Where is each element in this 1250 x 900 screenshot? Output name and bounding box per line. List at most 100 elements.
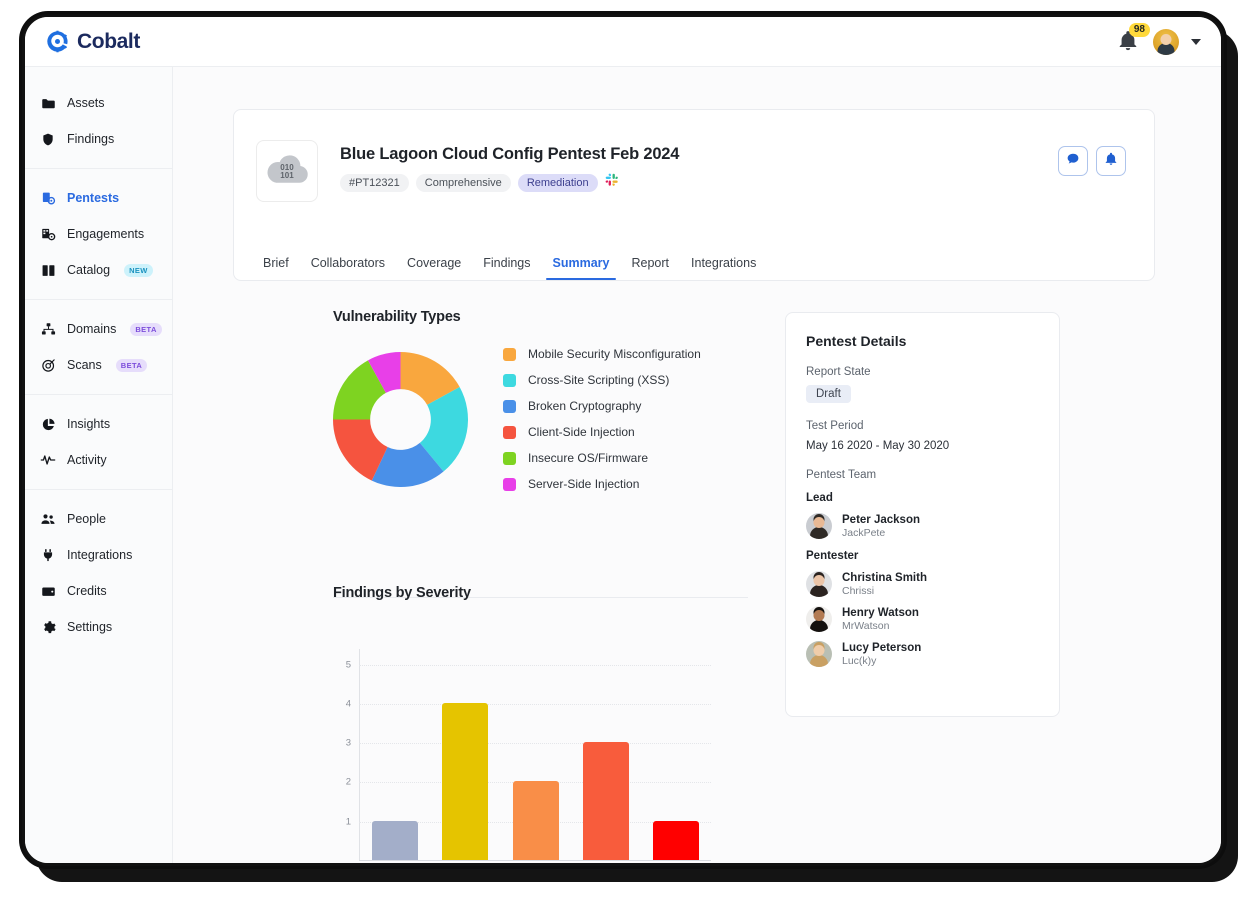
- notifications-button[interactable]: [1096, 146, 1126, 176]
- target-icon: [40, 357, 56, 373]
- sidebar-item-label: Insights: [67, 417, 111, 431]
- notification-count-badge: 98: [1128, 22, 1150, 37]
- sidebar-item-label: Findings: [67, 132, 115, 146]
- team-member[interactable]: Lucy Peterson Luc(k)y: [806, 641, 1039, 667]
- slack-icon[interactable]: [605, 173, 619, 192]
- pulse-icon: [40, 452, 56, 468]
- sidebar-item-label: Scans: [67, 358, 102, 372]
- svg-text:010: 010: [280, 162, 294, 171]
- legend-label: Insecure OS/Firmware: [528, 451, 649, 465]
- tab-brief[interactable]: Brief: [252, 256, 300, 280]
- y-tick-label: 4: [345, 698, 351, 710]
- wallet-icon: [40, 583, 56, 599]
- sidebar-item-label: Settings: [67, 620, 113, 634]
- team-member-name: Christina Smith: [842, 571, 927, 584]
- sidebar-group: Pentests Engagements Catalog NEW: [25, 174, 172, 294]
- tab-summary[interactable]: Summary: [542, 256, 621, 280]
- cobalt-logo-icon: [45, 29, 70, 54]
- legend-label: Client-Side Injection: [528, 425, 635, 439]
- legend-swatch: [503, 347, 516, 361]
- pentest-tabs: Brief Collaborators Coverage Findings Summar…: [234, 242, 1154, 280]
- sidebar-item-assets[interactable]: Assets: [25, 85, 172, 121]
- team-member[interactable]: Peter Jackson JackPete: [806, 513, 1039, 539]
- bar[interactable]: [442, 702, 489, 860]
- y-tick-label: 2: [345, 776, 351, 788]
- tab-collaborators[interactable]: Collaborators: [300, 256, 396, 280]
- legend-item: Insecure OS/Firmware: [503, 451, 701, 465]
- team-member[interactable]: Christina Smith Chrissi: [806, 571, 1039, 597]
- notifications-bell[interactable]: 98: [1117, 22, 1150, 56]
- pentester-role-label: Pentester: [806, 550, 859, 562]
- sidebar-item-findings[interactable]: Findings: [25, 121, 172, 157]
- x-tick-label: High: [571, 865, 641, 866]
- sidebar-item-settings[interactable]: Settings: [25, 609, 172, 645]
- bar[interactable]: [372, 820, 419, 860]
- report-state-label: Report State: [806, 366, 871, 378]
- bar-series: [360, 649, 711, 860]
- bar[interactable]: [512, 781, 559, 860]
- sidebar-item-people[interactable]: People: [25, 501, 172, 537]
- avatar: [806, 606, 832, 632]
- lead-role-label: Lead: [806, 492, 833, 504]
- sidebar-item-label: Credits: [67, 584, 107, 598]
- team-member[interactable]: Henry Watson MrWatson: [806, 606, 1039, 632]
- sidebar-item-scans[interactable]: Scans BETA: [25, 347, 172, 383]
- bar[interactable]: [582, 742, 629, 860]
- bar[interactable]: [652, 820, 699, 860]
- plug-icon: [40, 547, 56, 563]
- findings-by-severity-title: Findings by Severity: [333, 585, 471, 601]
- legend-item: Cross-Site Scripting (XSS): [503, 373, 701, 387]
- sidebar-item-insights[interactable]: Insights: [25, 406, 172, 442]
- sidebar-item-integrations[interactable]: Integrations: [25, 537, 172, 573]
- status-badge: #PT12321: [340, 173, 409, 192]
- sidebar-item-catalog[interactable]: Catalog NEW: [25, 252, 172, 288]
- tab-report[interactable]: Report: [620, 256, 680, 280]
- team-member-name: Peter Jackson: [842, 513, 920, 526]
- sidebar-item-engagements[interactable]: Engagements: [25, 216, 172, 252]
- binary-cloud-icon: 010 101: [264, 152, 310, 191]
- messages-button[interactable]: [1058, 146, 1088, 176]
- sidebar-divider: [25, 299, 172, 300]
- legend-label: Server-Side Injection: [528, 477, 640, 491]
- pentest-header-card: 010 101 Blue Lagoon Cloud Config Pentest…: [233, 109, 1155, 281]
- tab-coverage[interactable]: Coverage: [396, 256, 472, 280]
- legend-item: Mobile Security Misconfiguration: [503, 347, 701, 361]
- sidebar-item-credits[interactable]: Credits: [25, 573, 172, 609]
- legend-swatch: [503, 477, 516, 491]
- sidebar-item-label: Activity: [67, 453, 107, 467]
- bell-icon: [1104, 152, 1118, 171]
- team-member-handle: Chrissi: [842, 584, 875, 597]
- avatar: [806, 513, 832, 539]
- sidebar-group: Assets Findings: [25, 79, 172, 163]
- x-axis-labels: Infor.LowMediumHighCritical: [360, 865, 711, 866]
- details-title: Pentest Details: [806, 333, 907, 349]
- legend-label: Mobile Security Misconfiguration: [528, 347, 701, 361]
- x-tick-label: Infor.: [360, 865, 430, 866]
- legend-swatch: [503, 399, 516, 413]
- shield-icon: [40, 131, 56, 147]
- sidebar-item-label: People: [67, 512, 106, 526]
- browser-window: Cobalt 98 Assets Findings Pentests Engageme…: [22, 14, 1224, 866]
- legend-label: Broken Cryptography: [528, 399, 642, 413]
- team-member-name: Lucy Peterson: [842, 641, 922, 654]
- bar-column: [360, 820, 430, 860]
- sitemap-icon: [40, 321, 56, 337]
- tab-integrations[interactable]: Integrations: [680, 256, 767, 280]
- bell-icon: [1117, 30, 1139, 56]
- sidebar-item-pentests[interactable]: Pentests: [25, 180, 172, 216]
- user-avatar[interactable]: [1153, 28, 1179, 55]
- tab-findings[interactable]: Findings: [472, 256, 541, 280]
- vulnerability-types-title: Vulnerability Types: [333, 309, 461, 325]
- chevron-down-icon[interactable]: [1191, 38, 1201, 45]
- brand-logo[interactable]: Cobalt: [45, 29, 140, 54]
- vulnerability-donut-chart: [333, 351, 468, 487]
- sidebar-item-activity[interactable]: Activity: [25, 442, 172, 478]
- team-member-name: Henry Watson: [842, 606, 919, 619]
- sidebar-group: People Integrations Credits Settings: [25, 495, 172, 651]
- x-tick-label: Medium: [500, 865, 570, 866]
- sidebar-badge: BETA: [130, 322, 162, 336]
- svg-text:101: 101: [280, 171, 294, 180]
- avatar: [806, 641, 832, 667]
- sidebar-badge: BETA: [115, 358, 148, 372]
- sidebar-item-domains[interactable]: Domains BETA: [25, 311, 172, 347]
